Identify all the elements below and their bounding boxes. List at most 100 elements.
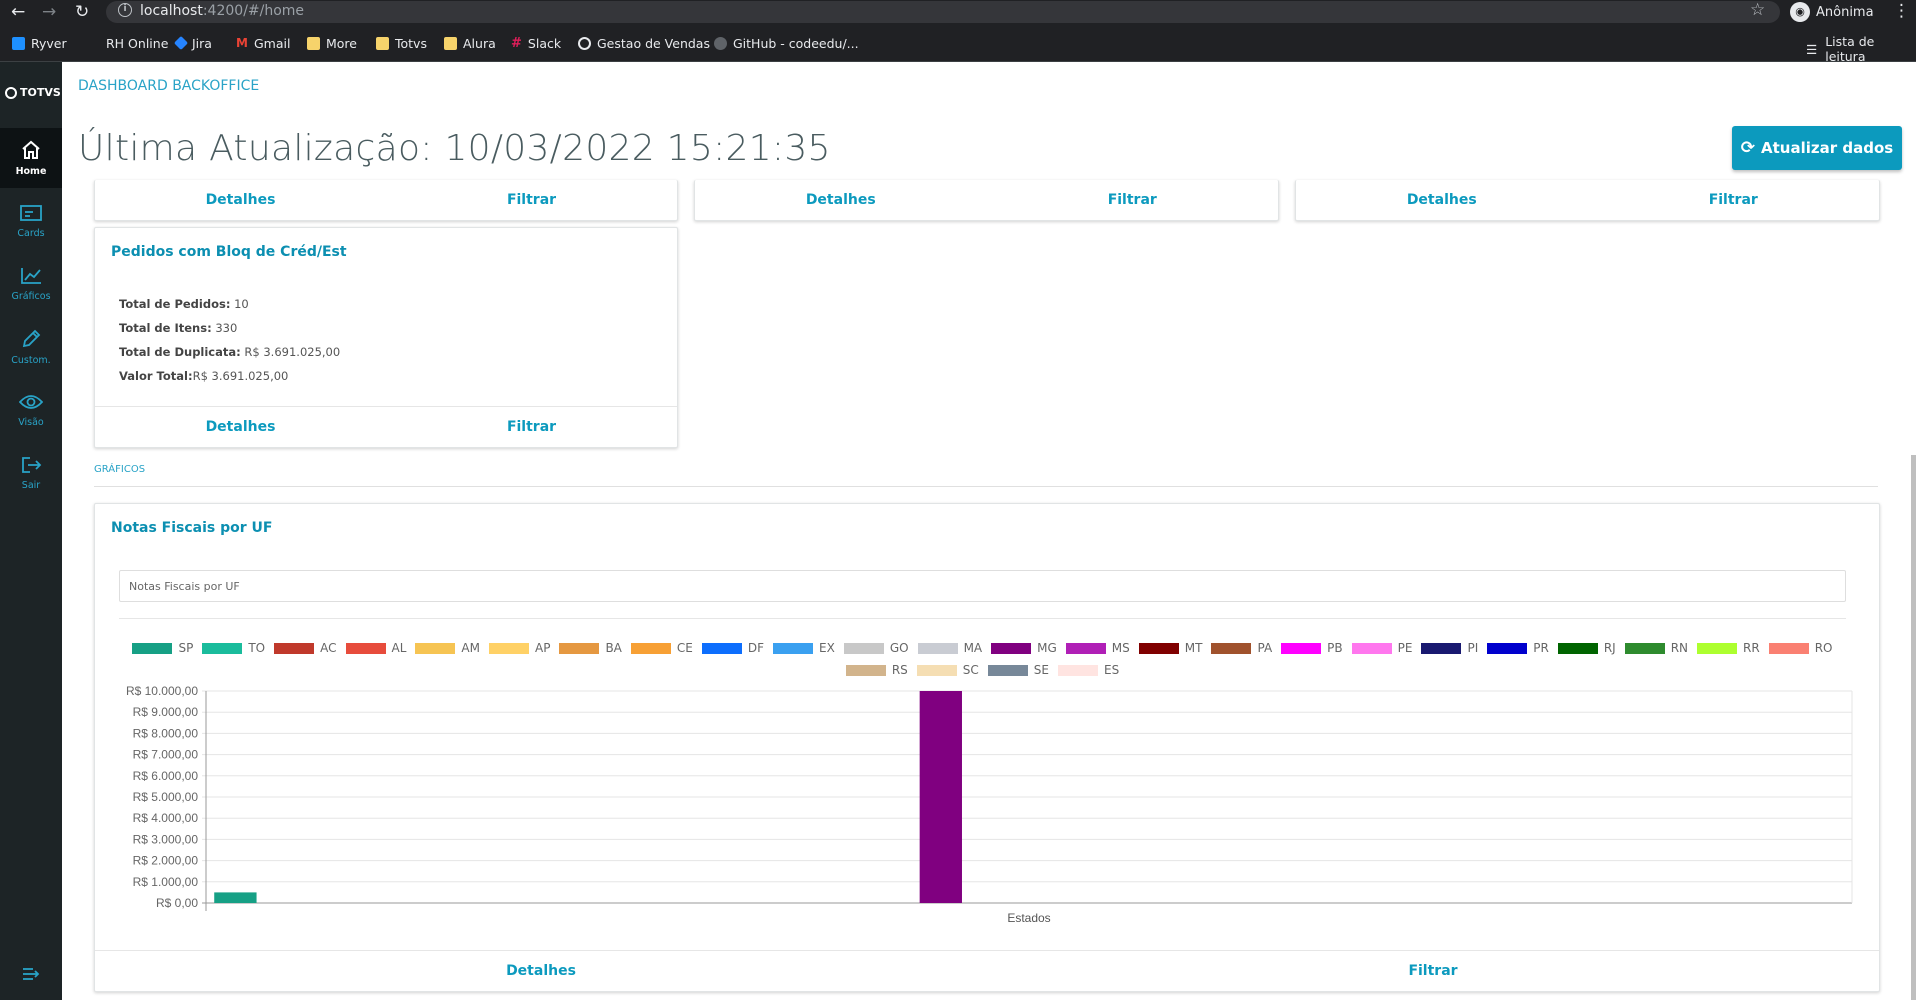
legend-item-ap[interactable]: AP	[488, 640, 550, 656]
details-button[interactable]: Detalhes	[695, 192, 987, 208]
legend-item-mg[interactable]: MG	[991, 640, 1057, 656]
bookmark-gmail[interactable]: M Gmail	[236, 34, 290, 52]
legend-swatch	[1557, 642, 1598, 654]
reading-list-button[interactable]: ☰ Lista de leitura	[1806, 34, 1916, 64]
legend-label: RJ	[1603, 641, 1616, 655]
legend-item-se[interactable]: SE	[987, 662, 1049, 678]
bar-sp[interactable]	[214, 892, 257, 903]
info-icon[interactable]: i	[118, 3, 132, 17]
bookmark-github[interactable]: GitHub - codeedu/...	[714, 34, 859, 52]
legend-item-ex[interactable]: EX	[773, 640, 835, 656]
legend-item-es[interactable]: ES	[1057, 662, 1119, 678]
legend-item-to[interactable]: TO	[202, 640, 265, 656]
details-button[interactable]: Detalhes	[95, 192, 386, 208]
card-title: Pedidos com Bloq de Créd/Est	[111, 244, 347, 260]
bookmark-rh-online[interactable]: RH Online	[106, 34, 168, 52]
details-button[interactable]: Detalhes	[95, 963, 987, 979]
legend-item-rs[interactable]: RS	[845, 662, 908, 678]
kv-label: Total de Pedidos:	[119, 297, 231, 311]
legend-item-mt[interactable]: MT	[1138, 640, 1202, 656]
filter-button[interactable]: Filtrar	[386, 192, 677, 208]
sidebar-item-cards[interactable]: Cards	[0, 191, 62, 251]
filter-button[interactable]: Filtrar	[987, 192, 1279, 208]
url-text[interactable]: localhost:4200/#/home	[140, 3, 304, 19]
sidebar-item-sair[interactable]: Sair	[0, 443, 62, 503]
bookmark-gestao-vendas[interactable]: Gestao de Vendas	[578, 34, 710, 52]
filter-button[interactable]: Filtrar	[1588, 192, 1880, 208]
filter-button[interactable]: Filtrar	[987, 963, 1879, 979]
ryver-icon	[12, 36, 25, 50]
kv-label: Total de Itens:	[119, 321, 212, 335]
bookmark-folder-more[interactable]: More	[307, 34, 357, 52]
kv-value: R$ 3.691.025,00	[192, 369, 289, 383]
filter-button[interactable]: Filtrar	[386, 419, 677, 435]
bookmark-star-icon[interactable]: ☆	[1750, 0, 1765, 20]
legend-swatch	[1351, 642, 1392, 654]
legend-label: GO	[889, 641, 909, 655]
legend-item-sp[interactable]: SP	[132, 640, 193, 656]
sidebar-item-custom[interactable]: Custom.	[0, 317, 62, 377]
bookmark-folder-totvs[interactable]: Totvs	[376, 34, 427, 52]
bookmark-label: Totvs	[395, 35, 427, 51]
address-bar[interactable]: i localhost:4200/#/home	[106, 1, 1780, 23]
legend-item-pa[interactable]: PA	[1211, 640, 1272, 656]
slack-icon: #	[511, 35, 522, 51]
page-scrollbar[interactable]	[1911, 455, 1916, 1000]
collapse-menu-icon	[23, 968, 40, 980]
legend-item-ba[interactable]: BA	[559, 640, 622, 656]
y-tick-label: R$ 0,00	[156, 896, 198, 910]
legend-item-rn[interactable]: RN	[1624, 640, 1688, 656]
legend-item-sc[interactable]: SC	[916, 662, 979, 678]
chart-title-box: Notas Fiscais por UF	[119, 570, 1846, 602]
bookmark-ryver[interactable]: Ryver	[12, 34, 67, 52]
legend-item-pi[interactable]: PI	[1421, 640, 1478, 656]
refresh-data-button[interactable]: ⟳ Atualizar dados	[1732, 126, 1902, 170]
y-tick-label: R$ 3.000,00	[133, 832, 199, 846]
breadcrumb[interactable]: DASHBOARD BACKOFFICE	[78, 78, 259, 94]
card-partial-3: Detalhes Filtrar	[1295, 180, 1880, 221]
legend-swatch	[845, 664, 886, 676]
chart-divider	[119, 618, 1846, 619]
legend-label: BA	[605, 641, 622, 655]
incognito-icon: ◉	[1790, 2, 1810, 22]
bar-mg[interactable]	[919, 691, 962, 903]
bookmark-label: Slack	[527, 35, 562, 51]
legend-swatch	[345, 642, 386, 654]
y-tick-label: R$ 7.000,00	[133, 748, 199, 762]
sidebar-item-graficos[interactable]: Gráficos	[0, 254, 62, 314]
y-tick-label: R$ 8.000,00	[133, 726, 199, 740]
browser-menu-icon[interactable]: ⋮	[1893, 1, 1910, 21]
details-button[interactable]: Detalhes	[1296, 192, 1588, 208]
legend-item-ce[interactable]: CE	[630, 640, 693, 656]
back-icon[interactable]: ←	[11, 2, 25, 22]
bookmark-slack[interactable]: # Slack	[511, 34, 561, 52]
bookmark-jira[interactable]: Jira	[173, 34, 212, 52]
legend-label: SE	[1033, 663, 1049, 677]
legend-item-rj[interactable]: RJ	[1557, 640, 1616, 656]
sidebar-item-visao[interactable]: Visão	[0, 380, 62, 440]
legend-item-pb[interactable]: PB	[1281, 640, 1343, 656]
card-title: Notas Fiscais por UF	[111, 520, 273, 536]
legend-item-al[interactable]: AL	[345, 640, 406, 656]
legend-item-am[interactable]: AM	[415, 640, 480, 656]
legend-item-pe[interactable]: PE	[1351, 640, 1412, 656]
kv-label: Valor Total:	[119, 369, 193, 383]
legend-item-rr[interactable]: RR	[1697, 640, 1760, 656]
legend-swatch	[1697, 642, 1738, 654]
details-button[interactable]: Detalhes	[95, 419, 386, 435]
profile-button[interactable]: ◉ Anônima	[1790, 1, 1874, 23]
collapse-menu-button[interactable]	[22, 966, 40, 986]
bookmark-label: Alura	[463, 35, 496, 51]
legend-item-df[interactable]: DF	[701, 640, 764, 656]
forward-icon[interactable]: →	[42, 2, 56, 22]
legend-item-pr[interactable]: PR	[1487, 640, 1549, 656]
legend-swatch	[274, 642, 315, 654]
legend-item-ma[interactable]: MA	[917, 640, 982, 656]
sidebar-item-home[interactable]: Home	[0, 128, 62, 188]
legend-item-ms[interactable]: MS	[1065, 640, 1130, 656]
reload-icon[interactable]: ↻	[75, 2, 89, 22]
legend-item-ac[interactable]: AC	[274, 640, 337, 656]
legend-item-go[interactable]: GO	[843, 640, 909, 656]
bookmark-folder-alura[interactable]: Alura	[444, 34, 496, 52]
legend-item-ro[interactable]: RO	[1768, 640, 1833, 656]
